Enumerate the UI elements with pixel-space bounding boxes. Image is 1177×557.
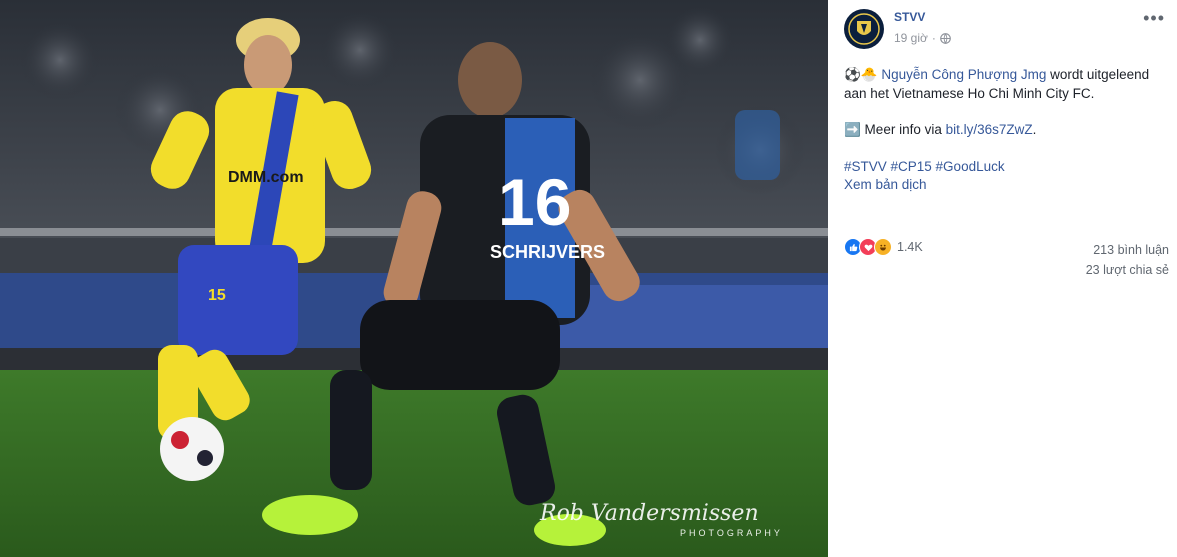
jersey-name-away: SCHRIJVERS [490, 242, 605, 262]
page-avatar[interactable] [844, 9, 884, 49]
stvv-logo-icon [845, 10, 883, 48]
info-prefix: ➡️ Meer info via [844, 122, 946, 137]
page-name[interactable]: STVV [894, 10, 925, 24]
post-line-1: ⚽🐣 Nguyễn Công Phượng Jmg wordt uitgelee… [844, 66, 1169, 103]
soccer-chick-emoji: ⚽🐣 [844, 67, 878, 82]
info-suffix: . [1032, 122, 1037, 137]
jersey-number-home: 15 [208, 287, 226, 304]
reaction-count: 1.4K [897, 240, 923, 254]
haha-reaction-icon [874, 238, 892, 256]
match-photo: DMM.com 15 16 SCHRIJVERS Rob Vandersmiss… [0, 0, 828, 557]
hashtag-links[interactable]: #STVV #CP15 #GoodLuck [844, 159, 1005, 174]
post-line-info: ➡️ Meer info via bit.ly/36s7ZwZ. [844, 121, 1169, 140]
engagement-stats: 213 bình luận 23 lượt chia sẻ [1086, 240, 1169, 280]
shares-count[interactable]: 23 lượt chia sẻ [1086, 260, 1169, 280]
more-options-icon[interactable]: ••• [1143, 8, 1165, 29]
globe-icon [940, 32, 951, 44]
watermark-sub: PHOTOGRAPHY [680, 528, 783, 538]
author-mention-link[interactable]: Nguyễn Công Phượng Jmg [881, 67, 1046, 82]
post-meta: 19 giờ · [894, 31, 951, 45]
jersey-sponsor: DMM.com [228, 169, 304, 186]
post-time[interactable]: 19 giờ [894, 31, 928, 45]
comments-count[interactable]: 213 bình luận [1086, 240, 1169, 260]
see-translation-link[interactable]: Xem bản dịch [844, 177, 927, 192]
hashtags: #STVV #CP15 #GoodLuck [844, 158, 1169, 177]
watermark-signature: Rob Vandersmissen [539, 501, 759, 526]
post-photo[interactable]: DMM.com 15 16 SCHRIJVERS Rob Vandersmiss… [0, 0, 828, 557]
post-message: ⚽🐣 Nguyễn Công Phượng Jmg wordt uitgelee… [844, 66, 1169, 195]
post-panel: STVV 19 giờ · ••• ⚽🐣 Nguyễn Công Phượng … [828, 0, 1177, 557]
jersey-number-away: 16 [498, 165, 571, 239]
info-link[interactable]: bit.ly/36s7ZwZ [946, 122, 1033, 137]
translate-row: Xem bản dịch [844, 176, 1169, 195]
reactions-summary[interactable]: 1.4K [844, 238, 923, 256]
